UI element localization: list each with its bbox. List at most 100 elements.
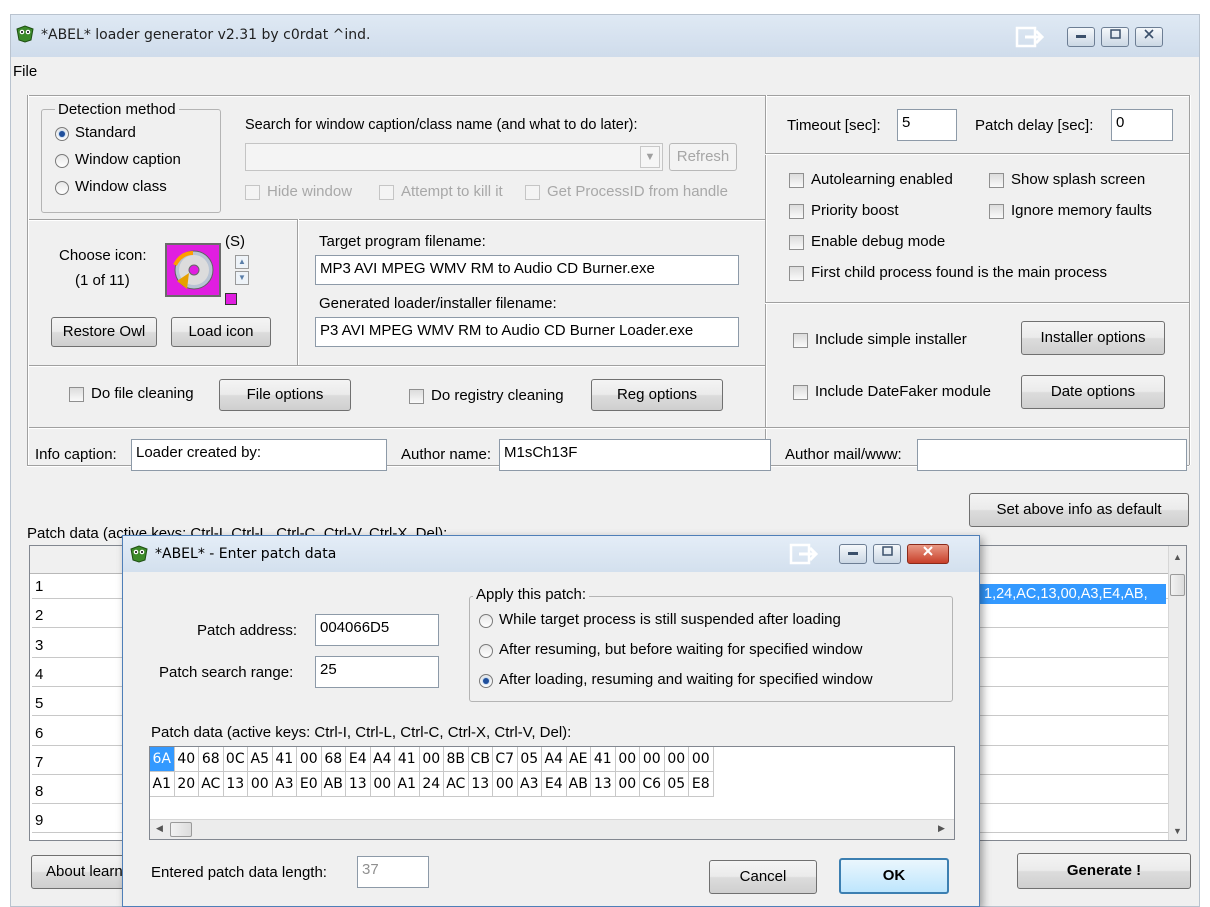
patch-address-input[interactable]: 004066D5 bbox=[315, 614, 439, 646]
hex-scroll-thumb[interactable] bbox=[170, 822, 192, 837]
file-cleaning-checkbox[interactable] bbox=[69, 387, 84, 402]
radio-window-class[interactable] bbox=[55, 181, 69, 195]
date-options-button[interactable]: Date options bbox=[1021, 375, 1165, 409]
hex-cell[interactable]: 6A bbox=[150, 747, 175, 772]
hide-window-checkbox[interactable] bbox=[245, 185, 260, 200]
hex-cell[interactable]: 05 bbox=[517, 747, 542, 772]
hex-cell[interactable]: 00 bbox=[615, 772, 640, 797]
hex-cell[interactable]: 00 bbox=[248, 772, 273, 797]
kill-checkbox[interactable] bbox=[379, 185, 394, 200]
hex-cell[interactable]: AB bbox=[566, 772, 591, 797]
author-name-input[interactable]: M1sCh13F bbox=[499, 439, 771, 471]
hex-cell[interactable]: A5 bbox=[248, 747, 273, 772]
patch-search-range-input[interactable]: 25 bbox=[315, 656, 439, 688]
file-options-button[interactable]: File options bbox=[219, 379, 351, 411]
selected-row-data[interactable]: 1,24,AC,13,00,A3,E4,AB, bbox=[980, 584, 1166, 604]
hex-cell[interactable]: A3 bbox=[272, 772, 297, 797]
hex-cell[interactable]: 00 bbox=[640, 747, 665, 772]
generate-button[interactable]: Generate ! bbox=[1017, 853, 1191, 889]
hex-cell[interactable]: 41 bbox=[272, 747, 297, 772]
search-combo[interactable]: ▼ bbox=[245, 143, 663, 171]
first-child-checkbox[interactable] bbox=[789, 266, 804, 281]
dialog-maximize-button[interactable] bbox=[873, 544, 901, 564]
hex-cell[interactable]: C6 bbox=[640, 772, 665, 797]
debug-checkbox[interactable] bbox=[789, 235, 804, 250]
ok-button[interactable]: OK bbox=[839, 858, 949, 894]
hex-cell[interactable]: A1 bbox=[150, 772, 175, 797]
radio-apply-resuming[interactable] bbox=[479, 644, 493, 658]
radio-standard[interactable] bbox=[55, 127, 69, 141]
hex-cell[interactable]: 00 bbox=[493, 772, 518, 797]
hex-cell[interactable]: 24 bbox=[419, 772, 444, 797]
autolearning-checkbox[interactable] bbox=[789, 173, 804, 188]
hex-cell[interactable]: A4 bbox=[542, 747, 567, 772]
hex-cell[interactable]: 68 bbox=[321, 747, 346, 772]
cancel-button[interactable]: Cancel bbox=[709, 860, 817, 894]
hex-cell[interactable]: 41 bbox=[395, 747, 420, 772]
refresh-button[interactable]: Refresh bbox=[669, 143, 737, 171]
hex-cell[interactable]: 40 bbox=[174, 747, 199, 772]
hex-cell[interactable]: 41 bbox=[591, 747, 616, 772]
scroll-left-icon[interactable]: ◀ bbox=[156, 823, 163, 834]
hex-cell[interactable]: 00 bbox=[664, 747, 689, 772]
hex-cell[interactable]: 68 bbox=[199, 747, 224, 772]
hex-cell[interactable]: AE bbox=[566, 747, 591, 772]
registry-cleaning-checkbox[interactable] bbox=[409, 389, 424, 404]
timeout-input[interactable]: 5 bbox=[897, 109, 957, 141]
hex-cell[interactable]: E4 bbox=[542, 772, 567, 797]
restore-owl-button[interactable]: Restore Owl bbox=[51, 317, 157, 347]
menu-file[interactable]: File bbox=[13, 63, 37, 80]
scroll-thumb[interactable] bbox=[1170, 574, 1185, 596]
hex-cell[interactable]: 0C bbox=[223, 747, 248, 772]
installer-options-button[interactable]: Installer options bbox=[1021, 321, 1165, 355]
radio-apply-after-window[interactable] bbox=[479, 674, 493, 688]
dialog-minimize-button[interactable] bbox=[839, 544, 867, 564]
hex-cell[interactable]: AB bbox=[321, 772, 346, 797]
hex-cell[interactable]: CB bbox=[468, 747, 493, 772]
close-button[interactable] bbox=[1135, 27, 1163, 47]
reg-options-button[interactable]: Reg options bbox=[591, 379, 723, 411]
scroll-down-icon[interactable]: ▼ bbox=[1173, 826, 1182, 836]
author-mail-input[interactable] bbox=[917, 439, 1187, 471]
chevron-down-icon[interactable]: ▼ bbox=[640, 146, 660, 168]
hex-cell[interactable]: C7 bbox=[493, 747, 518, 772]
hex-cell[interactable]: AC bbox=[199, 772, 224, 797]
hex-cell[interactable]: E8 bbox=[689, 772, 714, 797]
hex-cell[interactable]: E0 bbox=[297, 772, 322, 797]
restore-arrow-icon[interactable] bbox=[1015, 25, 1045, 49]
radio-window-caption[interactable] bbox=[55, 154, 69, 168]
hex-cell[interactable]: A1 bbox=[395, 772, 420, 797]
patch-delay-input[interactable]: 0 bbox=[1111, 109, 1173, 141]
target-filename-input[interactable]: MP3 AVI MPEG WMV RM to Audio CD Burner.e… bbox=[315, 255, 739, 285]
hex-cell[interactable]: 00 bbox=[419, 747, 444, 772]
hex-cell[interactable]: 00 bbox=[689, 747, 714, 772]
radio-apply-suspended[interactable] bbox=[479, 614, 493, 628]
hex-cell[interactable]: 00 bbox=[297, 747, 322, 772]
maximize-button[interactable] bbox=[1101, 27, 1129, 47]
hex-cell[interactable]: E4 bbox=[346, 747, 371, 772]
spin-up-icon[interactable]: ▲ bbox=[235, 255, 249, 269]
scroll-right-icon[interactable]: ▶ bbox=[938, 823, 945, 834]
hex-cell[interactable]: 13 bbox=[468, 772, 493, 797]
include-datefaker-checkbox[interactable] bbox=[793, 385, 808, 400]
set-default-button[interactable]: Set above info as default bbox=[969, 493, 1189, 527]
include-installer-checkbox[interactable] bbox=[793, 333, 808, 348]
restore-arrow-icon[interactable] bbox=[789, 542, 819, 566]
hex-cell[interactable]: A3 bbox=[517, 772, 542, 797]
generated-filename-input[interactable]: P3 AVI MPEG WMV RM to Audio CD Burner Lo… bbox=[315, 317, 739, 347]
hex-cell[interactable]: 20 bbox=[174, 772, 199, 797]
hex-cell[interactable]: 05 bbox=[664, 772, 689, 797]
hex-data-grid[interactable]: 6A 40 68 0C A5 41 00 68 E4 A4 41 00 8B CB C7 05 A4 AE 41 00… bbox=[149, 746, 955, 840]
spin-down-icon[interactable]: ▼ bbox=[235, 271, 249, 285]
get-pid-checkbox[interactable] bbox=[525, 185, 540, 200]
priority-checkbox[interactable] bbox=[789, 204, 804, 219]
scroll-up-icon[interactable]: ▲ bbox=[1173, 552, 1182, 562]
hex-cell[interactable]: 13 bbox=[223, 772, 248, 797]
load-icon-button[interactable]: Load icon bbox=[171, 317, 271, 347]
splash-checkbox[interactable] bbox=[989, 173, 1004, 188]
hex-cell[interactable]: A4 bbox=[370, 747, 395, 772]
hex-cell[interactable]: 00 bbox=[370, 772, 395, 797]
hex-scrollbar[interactable]: ◀ ▶ bbox=[150, 819, 954, 839]
dialog-close-button[interactable] bbox=[907, 544, 949, 564]
hex-cell[interactable]: AC bbox=[444, 772, 469, 797]
